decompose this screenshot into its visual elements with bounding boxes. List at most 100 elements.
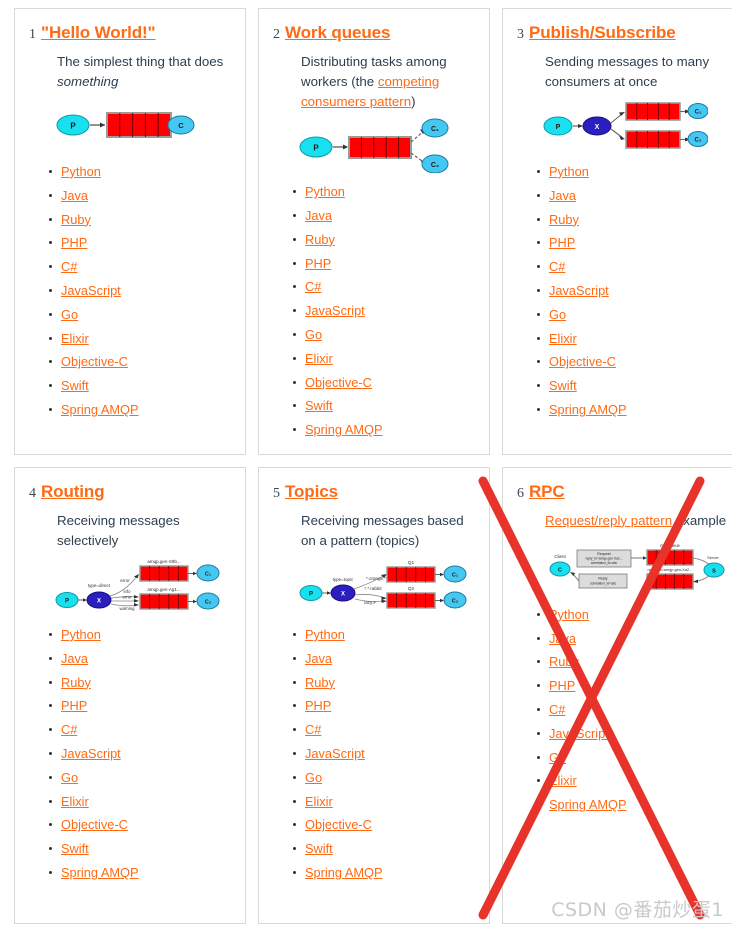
language-link[interactable]: C# — [549, 702, 565, 717]
language-link[interactable]: PHP — [61, 235, 87, 250]
list-item[interactable]: Java — [49, 647, 235, 671]
language-link[interactable]: Go — [61, 307, 78, 322]
language-link[interactable]: PHP — [61, 698, 87, 713]
list-item[interactable]: PHP — [537, 231, 732, 255]
language-link[interactable]: Ruby — [549, 212, 579, 227]
language-link[interactable]: Go — [549, 750, 566, 765]
list-item[interactable]: Spring AMQP — [49, 861, 235, 885]
list-item[interactable]: Objective-C — [537, 350, 732, 374]
language-link[interactable]: Python — [549, 164, 589, 179]
language-link[interactable]: Python — [549, 607, 589, 622]
list-item[interactable]: Ruby — [49, 208, 235, 232]
language-link[interactable]: Elixir — [549, 773, 577, 788]
list-item[interactable]: Swift — [49, 837, 235, 861]
language-link[interactable]: Objective-C — [305, 375, 372, 390]
language-link[interactable]: Ruby — [305, 675, 335, 690]
list-item[interactable]: JavaScript — [537, 279, 732, 303]
card-title-link[interactable]: Topics — [285, 482, 338, 502]
list-item[interactable]: Spring AMQP — [537, 793, 732, 817]
language-link[interactable]: Spring AMQP — [549, 797, 627, 812]
language-link[interactable]: Spring AMQP — [61, 865, 139, 880]
list-item[interactable]: Swift — [537, 374, 732, 398]
list-item[interactable]: Java — [293, 647, 479, 671]
language-link[interactable]: Objective-C — [61, 354, 128, 369]
language-link[interactable]: Go — [305, 327, 322, 342]
language-link[interactable]: C# — [305, 279, 321, 294]
language-link[interactable]: Elixir — [61, 331, 89, 346]
language-link[interactable]: Objective-C — [305, 817, 372, 832]
language-link[interactable]: JavaScript — [61, 283, 121, 298]
language-link[interactable]: Ruby — [61, 675, 91, 690]
tutorial-card-rpc[interactable]: 6 RPC Request/reply pattern example Clie… — [502, 467, 732, 924]
list-item[interactable]: C# — [537, 698, 732, 722]
list-item[interactable]: PHP — [293, 694, 479, 718]
list-item[interactable]: Spring AMQP — [537, 398, 732, 422]
language-link[interactable]: Ruby — [61, 212, 91, 227]
list-item[interactable]: PHP — [49, 231, 235, 255]
language-link[interactable]: C# — [61, 722, 77, 737]
language-link[interactable]: Objective-C — [549, 354, 616, 369]
list-item[interactable]: JavaScript — [49, 742, 235, 766]
tutorial-card-topics[interactable]: 5 Topics Receiving messages based on a p… — [258, 467, 490, 924]
list-item[interactable]: Elixir — [49, 790, 235, 814]
language-link[interactable]: Elixir — [61, 794, 89, 809]
list-item[interactable]: C# — [49, 718, 235, 742]
card-title-link[interactable]: Publish/Subscribe — [529, 23, 676, 43]
list-item[interactable]: C# — [537, 255, 732, 279]
language-link[interactable]: JavaScript — [549, 726, 609, 741]
list-item[interactable]: Python — [293, 623, 479, 647]
list-item[interactable]: C# — [293, 275, 479, 299]
list-item[interactable]: Objective-C — [293, 813, 479, 837]
language-link[interactable]: PHP — [549, 678, 575, 693]
list-item[interactable]: Python — [537, 160, 732, 184]
language-link[interactable]: Swift — [305, 398, 333, 413]
list-item[interactable]: Ruby — [293, 671, 479, 695]
list-item[interactable]: Java — [293, 204, 479, 228]
language-link[interactable]: Ruby — [549, 654, 579, 669]
list-item[interactable]: Spring AMQP — [49, 398, 235, 422]
language-link[interactable]: JavaScript — [305, 303, 365, 318]
language-link[interactable]: C# — [305, 722, 321, 737]
list-item[interactable]: Ruby — [537, 208, 732, 232]
language-link[interactable]: PHP — [305, 256, 331, 271]
language-link[interactable]: JavaScript — [61, 746, 121, 761]
list-item[interactable]: JavaScript — [293, 742, 479, 766]
list-item[interactable]: Objective-C — [49, 813, 235, 837]
list-item[interactable]: Spring AMQP — [293, 418, 479, 442]
language-link[interactable]: Java — [549, 631, 576, 646]
list-item[interactable]: Go — [49, 303, 235, 327]
language-link[interactable]: Objective-C — [61, 817, 128, 832]
list-item[interactable]: Java — [49, 184, 235, 208]
language-link[interactable]: Swift — [549, 378, 577, 393]
tutorial-card-routing[interactable]: 4 Routing Receiving messages selectively… — [14, 467, 246, 924]
language-link[interactable]: Swift — [61, 841, 89, 856]
list-item[interactable]: Swift — [293, 394, 479, 418]
list-item[interactable]: Ruby — [537, 650, 732, 674]
list-item[interactable]: Elixir — [293, 347, 479, 371]
language-link[interactable]: Spring AMQP — [549, 402, 627, 417]
language-link[interactable]: Python — [305, 627, 345, 642]
language-link[interactable]: Ruby — [305, 232, 335, 247]
list-item[interactable]: Go — [293, 766, 479, 790]
list-item[interactable]: Ruby — [49, 671, 235, 695]
list-item[interactable]: JavaScript — [537, 722, 732, 746]
list-item[interactable]: Elixir — [537, 327, 732, 351]
list-item[interactable]: C# — [293, 718, 479, 742]
list-item[interactable]: Python — [49, 623, 235, 647]
language-link[interactable]: C# — [549, 259, 565, 274]
list-item[interactable]: Elixir — [537, 769, 732, 793]
list-item[interactable]: C# — [49, 255, 235, 279]
list-item[interactable]: Elixir — [49, 327, 235, 351]
tutorial-card-hello-world[interactable]: 1 "Hello World!" The simplest thing that… — [14, 8, 246, 455]
language-link[interactable]: Go — [61, 770, 78, 785]
language-link[interactable]: Elixir — [305, 794, 333, 809]
card-title-link[interactable]: "Hello World!" — [41, 23, 156, 43]
list-item[interactable]: Go — [49, 766, 235, 790]
language-link[interactable]: Python — [61, 164, 101, 179]
list-item[interactable]: Swift — [49, 374, 235, 398]
list-item[interactable]: Elixir — [293, 790, 479, 814]
list-item[interactable]: Go — [537, 303, 732, 327]
list-item[interactable]: PHP — [49, 694, 235, 718]
card-title-link[interactable]: Work queues — [285, 23, 390, 43]
list-item[interactable]: JavaScript — [49, 279, 235, 303]
